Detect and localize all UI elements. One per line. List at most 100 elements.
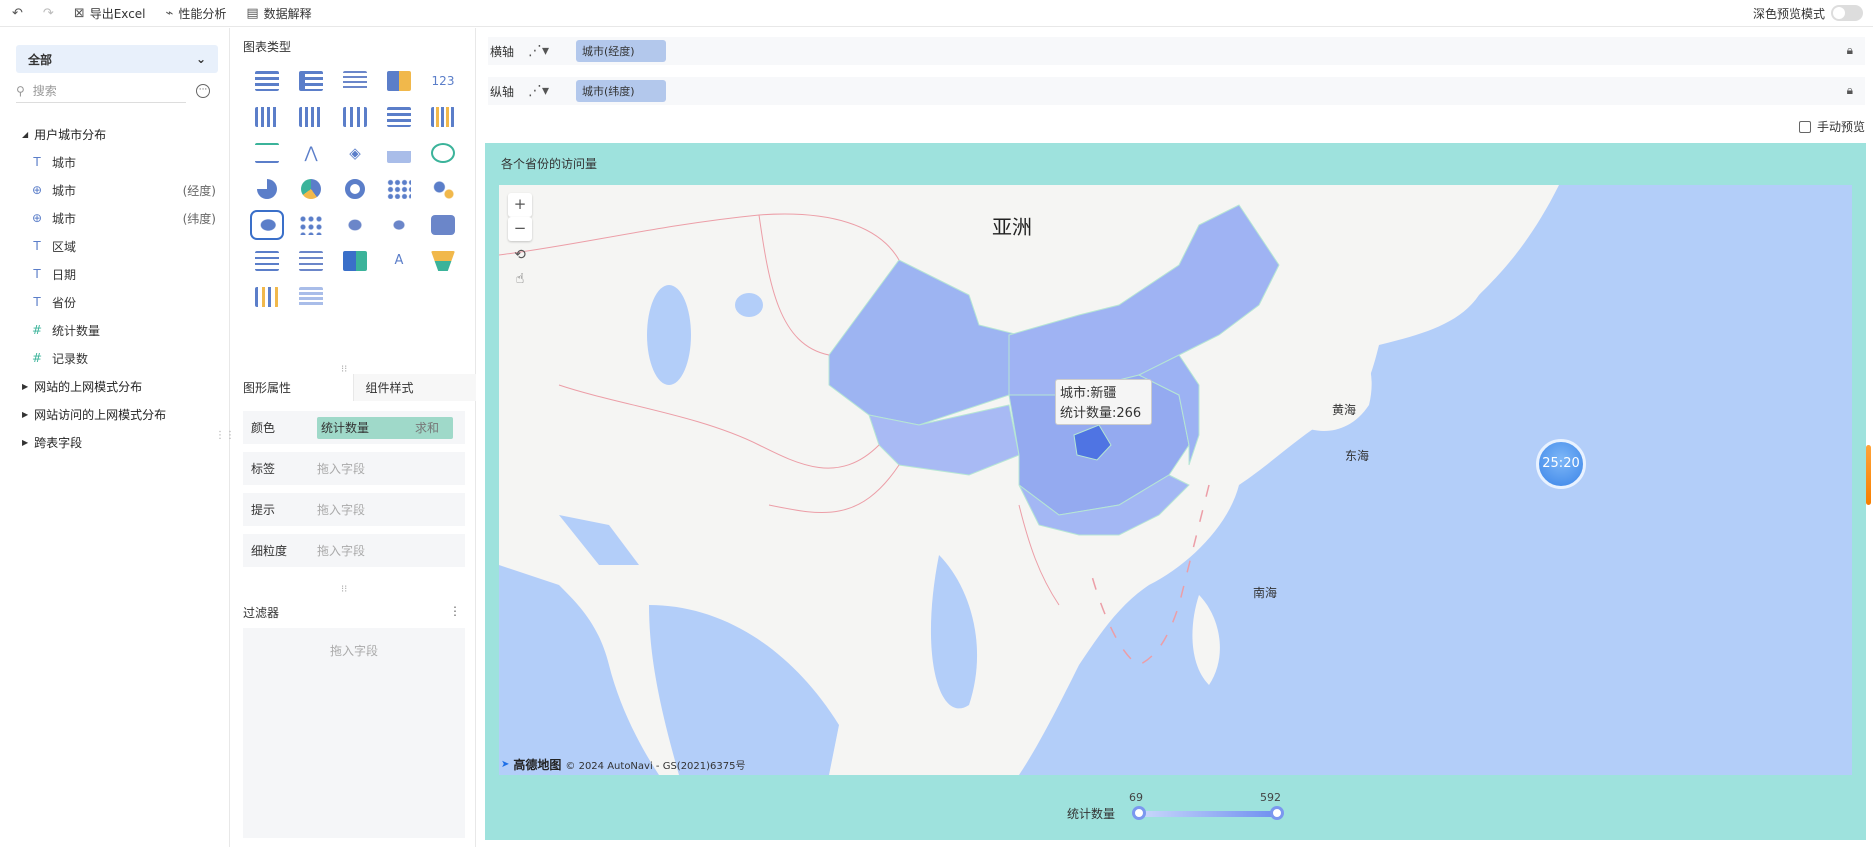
floating-timer[interactable]: 25:20: [1536, 439, 1586, 489]
chart-type-boxplot[interactable]: [245, 279, 289, 315]
tree-group-site-mode[interactable]: ▶ 网站的上网模式分布: [22, 372, 222, 400]
field-item[interactable]: T 日期: [22, 260, 222, 288]
chart-type-area-map[interactable]: [245, 207, 289, 243]
chart-type-grouped-bar[interactable]: [245, 99, 289, 135]
data-explain-button[interactable]: ▤ 数据解释: [246, 5, 311, 22]
y-axis-shelf[interactable]: 纵轴 ⋰▾ 城市(纬度) 🔒︎: [488, 77, 1865, 105]
amap-logo-icon: ➤: [501, 759, 510, 770]
tree-group-visit-mode[interactable]: ▶ 网站访问的上网模式分布: [22, 400, 222, 428]
field-item[interactable]: ⊕ 城市 (经度): [22, 176, 222, 204]
chart-type-radar-line[interactable]: ⋀: [289, 135, 333, 171]
chart-type-cross-table[interactable]: [289, 63, 333, 99]
filter-menu-icon[interactable]: ⋮: [449, 604, 461, 618]
x-axis-shelf[interactable]: 横轴 ⋰▾ 城市(经度) 🔒︎: [488, 37, 1865, 65]
chart-type-range-bar[interactable]: [245, 243, 289, 279]
chart-type-donut[interactable]: [333, 171, 377, 207]
map-canvas[interactable]: + − ⟲ ☝ 亚洲 黄海 东海 南海 城市:新疆 统计数量:266 25:20…: [499, 185, 1852, 775]
performance-analysis-button[interactable]: ⌁ 性能分析: [166, 5, 227, 22]
area-icon: [387, 143, 411, 163]
tree-group-user-city[interactable]: ◢ 用户城市分布: [22, 120, 222, 148]
chart-type-multi-pie[interactable]: [289, 171, 333, 207]
export-excel-button[interactable]: ⊠ 导出Excel: [74, 5, 146, 22]
chart-type-line[interactable]: [245, 135, 289, 171]
reset-view-icon[interactable]: ⟲: [510, 247, 530, 267]
field-item[interactable]: T 区域: [22, 232, 222, 260]
chart-type-flow-map[interactable]: [377, 207, 421, 243]
chart-type-stacked-bar[interactable]: [333, 99, 377, 135]
map-svg: [499, 185, 1559, 775]
x-axis-type-icon[interactable]: ⋰▾: [528, 43, 568, 59]
chart-type-area[interactable]: [377, 135, 421, 171]
chart-type-funnel[interactable]: [421, 243, 465, 279]
pie-icon: [257, 179, 277, 199]
field-item[interactable]: ⊕ 城市 (纬度): [22, 204, 222, 232]
chart-type-treemap[interactable]: [333, 243, 377, 279]
granularity-property[interactable]: 细粒度 拖入字段: [243, 534, 465, 567]
label-property[interactable]: 标签 拖入字段: [243, 452, 465, 485]
polyline-icon: ⋀: [304, 143, 318, 162]
chart-type-scatter[interactable]: [377, 171, 421, 207]
filter-title: 过滤器: [243, 606, 280, 620]
zoom-in-button[interactable]: +: [508, 193, 532, 217]
data-panel: 全部 ⌄ ⚲ 搜索 ··· ◢ 用户城市分布 T 城市 ⊕ 城市 (经度) ⊕ 城市 (纬…: [0, 28, 235, 847]
zoom-out-button[interactable]: −: [508, 217, 532, 241]
table-icon: [255, 71, 279, 91]
gantt-icon: [299, 287, 323, 307]
tooltip-property[interactable]: 提示 拖入字段: [243, 493, 465, 526]
number-type-icon: #: [31, 351, 43, 365]
lock-icon[interactable]: 🔒︎: [1847, 83, 1853, 98]
legend-min-handle[interactable]: [1132, 806, 1146, 820]
chart-type-gantt[interactable]: [289, 279, 333, 315]
chart-type-bar[interactable]: [289, 99, 333, 135]
chart-type-kpi-card[interactable]: [377, 63, 421, 99]
chart-type-pie[interactable]: [245, 171, 289, 207]
color-property[interactable]: 颜色 统计数量 求和: [243, 411, 465, 444]
manual-preview-checkbox[interactable]: [1798, 120, 1811, 133]
undo-button[interactable]: ↶: [12, 6, 23, 21]
field-search[interactable]: ⚲ 搜索: [16, 79, 186, 103]
chart-type-detail-table[interactable]: [333, 63, 377, 99]
field-item[interactable]: T 城市: [22, 148, 222, 176]
chart-type-horizontal-bar[interactable]: [377, 99, 421, 135]
scrollbar-thumb[interactable]: [1866, 445, 1871, 505]
chart-type-word-cloud[interactable]: A: [377, 243, 421, 279]
chart-type-table[interactable]: [245, 63, 289, 99]
y-axis-field-pill[interactable]: 城市(纬度): [576, 80, 666, 102]
chart-type-radar[interactable]: ◈: [333, 135, 377, 171]
filter-drop-zone[interactable]: 拖入字段: [243, 628, 465, 838]
dark-mode-toggle[interactable]: [1831, 5, 1863, 21]
manual-preview-option[interactable]: 手动预览: [1798, 118, 1865, 135]
legend-gradient: [1139, 811, 1277, 817]
tree-group-cross-table[interactable]: ▶ 跨表字段: [22, 428, 222, 456]
tab-component-style[interactable]: 组件样式: [353, 374, 476, 401]
resize-handle-icon[interactable]: ⁝⁝: [341, 584, 347, 595]
chart-type-bubble[interactable]: [421, 171, 465, 207]
chart-type-bubble-map[interactable]: [333, 207, 377, 243]
field-item[interactable]: # 统计数量: [22, 316, 222, 344]
search-input[interactable]: 搜索: [33, 82, 57, 99]
more-options-icon[interactable]: ···: [196, 84, 210, 98]
scope-select[interactable]: 全部 ⌄: [16, 45, 218, 73]
excel-icon: ⊠: [73, 5, 85, 21]
pan-hand-icon[interactable]: ☝: [510, 271, 530, 291]
tab-graphic-properties[interactable]: 图形属性: [231, 374, 354, 401]
field-item[interactable]: # 记录数: [22, 344, 222, 372]
field-item[interactable]: T 省份: [22, 288, 222, 316]
chart-type-heat-map[interactable]: [421, 207, 465, 243]
redo-button[interactable]: ↷: [43, 6, 54, 21]
x-axis-field-pill[interactable]: 城市(经度): [576, 40, 666, 62]
color-field-chip[interactable]: 统计数量 求和: [317, 416, 453, 439]
donut-icon: [345, 179, 365, 199]
label-property-label: 标签: [251, 462, 276, 476]
y-axis-type-icon[interactable]: ⋰▾: [528, 83, 568, 99]
chart-type-bullet[interactable]: [289, 243, 333, 279]
chart-type-waterfall[interactable]: [421, 99, 465, 135]
heat-map-icon: [431, 215, 455, 235]
field-label: 城市: [52, 155, 77, 170]
range-bar-icon: [255, 251, 279, 271]
lock-icon[interactable]: 🔒︎: [1847, 43, 1853, 58]
chart-type-point-map[interactable]: [289, 207, 333, 243]
chart-type-gauge[interactable]: [421, 135, 465, 171]
legend-max-handle[interactable]: [1270, 806, 1284, 820]
chart-type-number[interactable]: 123: [421, 63, 465, 99]
